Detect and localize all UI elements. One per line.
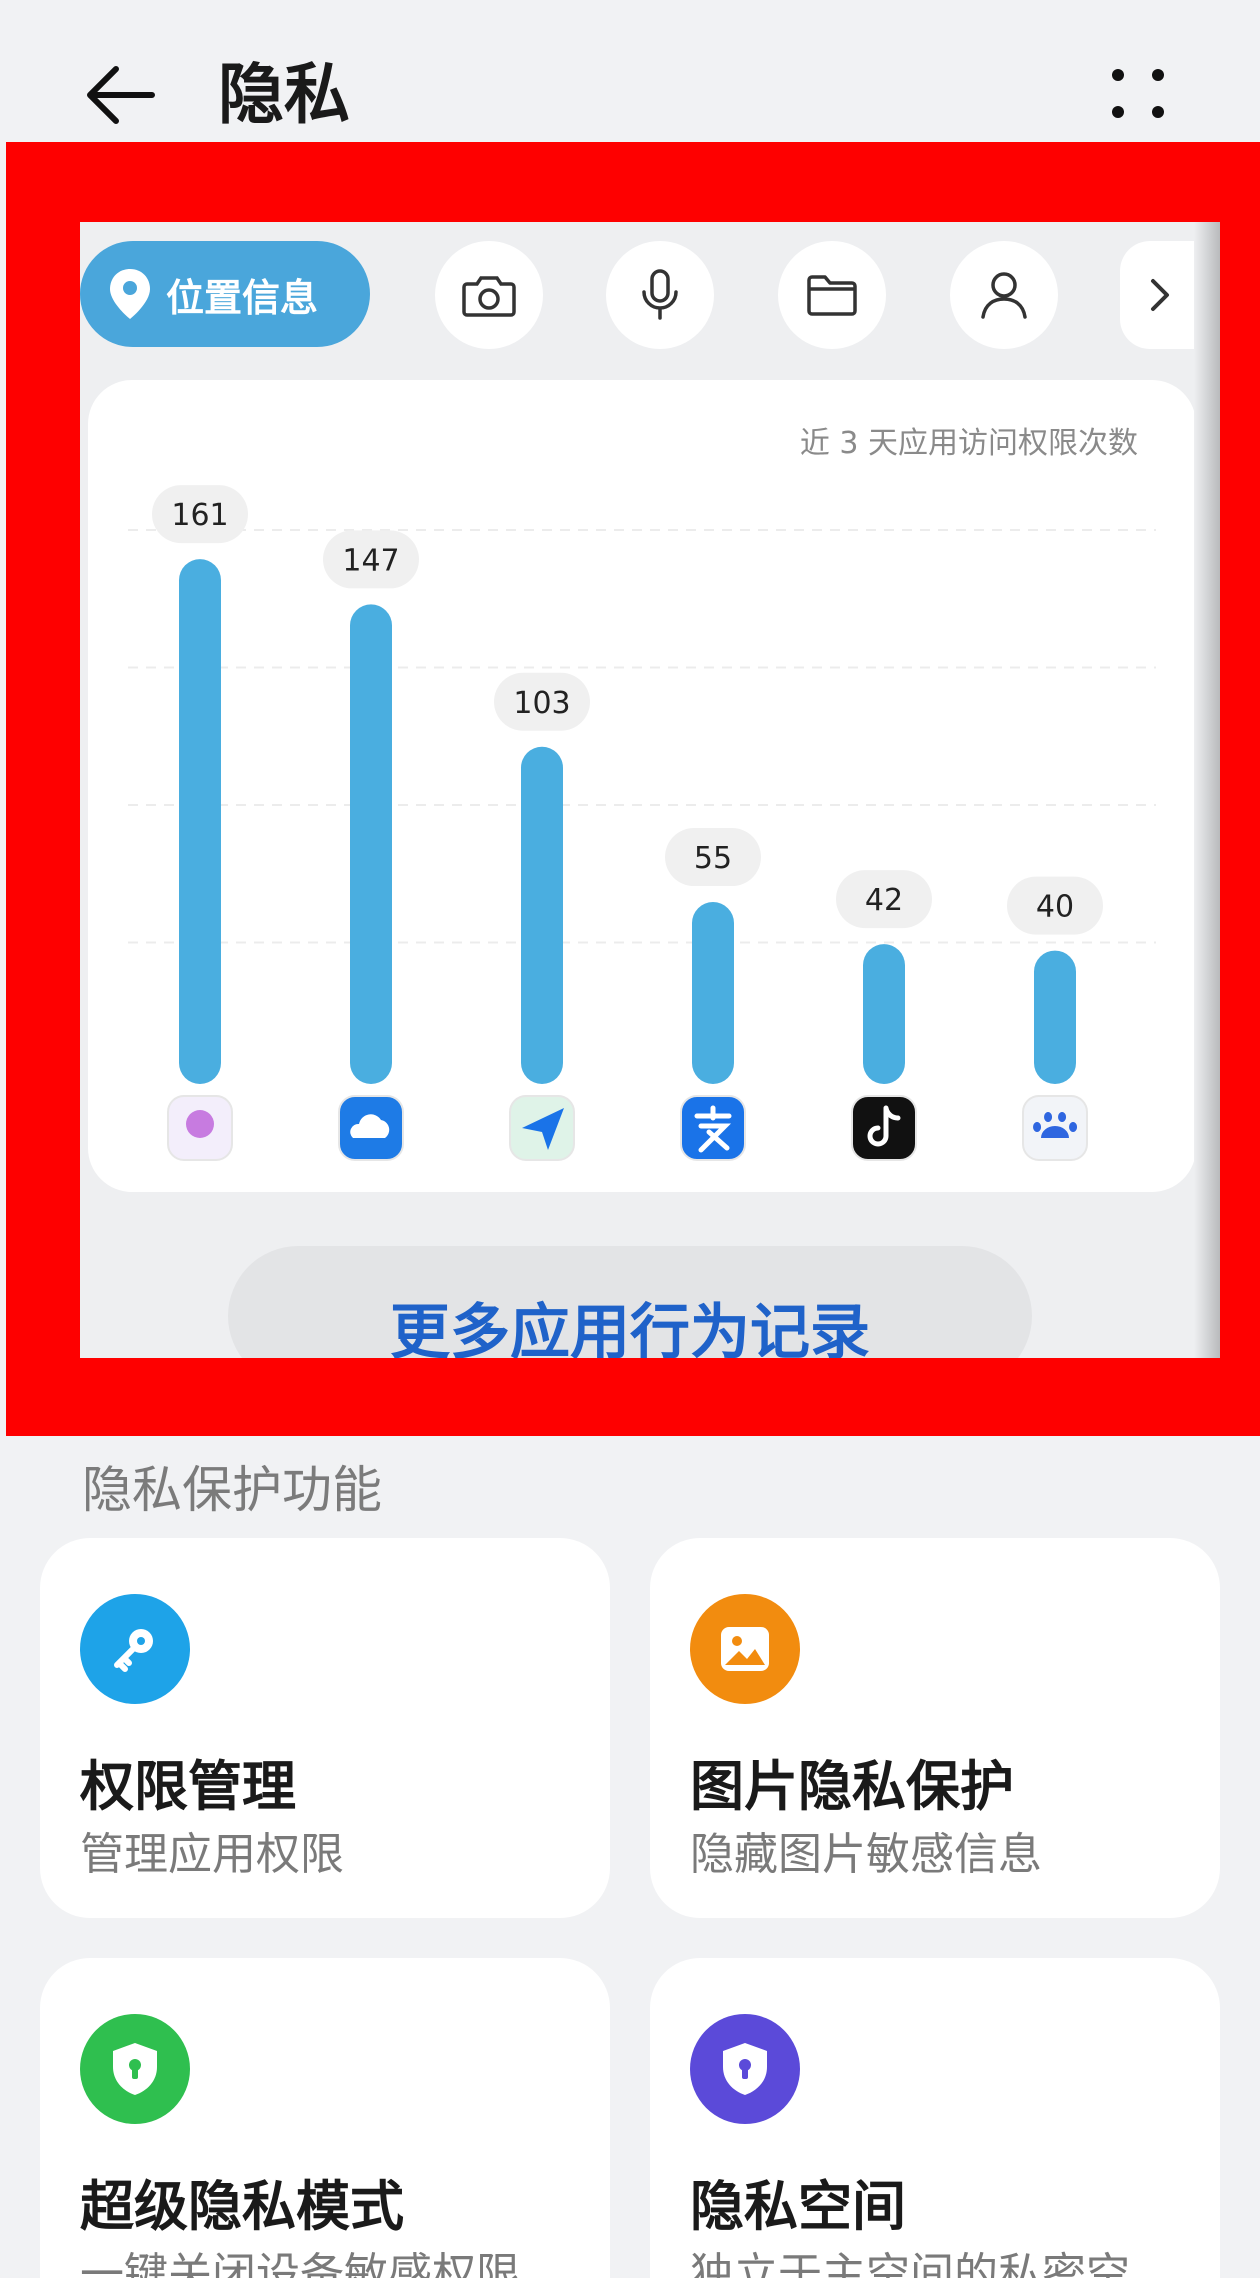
- back-arrow-icon: [87, 66, 155, 124]
- shield-lock-icon: [113, 2043, 157, 2095]
- camera-icon: [462, 276, 516, 317]
- location-icon: [110, 269, 150, 319]
- chart-bar: [863, 944, 905, 1084]
- tab-microphone[interactable]: [606, 241, 714, 349]
- chevron-right-icon: [1151, 279, 1169, 311]
- send-app-icon: [509, 1095, 575, 1161]
- tab-camera[interactable]: [435, 241, 543, 349]
- usage-bar-chart: 161 147 103 55 42 40: [128, 485, 1156, 1161]
- feature-subtitle: 一键关闭设备敏感权限: [80, 2249, 520, 2278]
- chart-bar: [350, 604, 392, 1084]
- app-header: 隐私: [0, 0, 1260, 150]
- bar-value-label: 103: [513, 686, 570, 721]
- feature-card-image-privacy[interactable]: 图片隐私保护 隐藏图片敏感信息: [650, 1538, 1220, 1918]
- contacts-icon: [981, 272, 1027, 319]
- tab-files[interactable]: [778, 241, 886, 349]
- feature-card-private-space[interactable]: 隐私空间 独立于主空间的私密空: [650, 1958, 1220, 2278]
- panel-edge-shadow: [1194, 222, 1220, 1358]
- permission-usage-panel: 位置信息 近 3 天应用访问权限次数 161 147 103 55 42 40 …: [80, 222, 1220, 1358]
- tab-contacts[interactable]: [950, 241, 1058, 349]
- key-icon: [114, 1629, 153, 1672]
- feature-icon-bg: [690, 1594, 800, 1704]
- shield-lock-icon: [723, 2043, 767, 2095]
- lightbulb-app-icon: [167, 1095, 233, 1161]
- chart-bar: [692, 902, 734, 1084]
- feature-card-super-privacy-mode[interactable]: 超级隐私模式 一键关闭设备敏感权限: [40, 1958, 610, 2278]
- feature-icon-bg: [80, 1594, 190, 1704]
- bar-value-label: 147: [342, 543, 399, 578]
- image-icon: [721, 1627, 769, 1671]
- microphone-icon: [642, 269, 678, 320]
- bar-value-label: 42: [865, 883, 903, 918]
- feature-title: 超级隐私模式: [80, 2175, 404, 2238]
- weather-app-icon: [338, 1095, 404, 1161]
- feature-subtitle: 隐藏图片敏感信息: [690, 1829, 1042, 1880]
- chart-bar: [179, 559, 221, 1084]
- tab-location-label: 位置信息: [166, 275, 319, 320]
- permission-category-tabs: 位置信息: [80, 232, 1220, 349]
- feature-card-permission-management[interactable]: 权限管理 管理应用权限: [40, 1538, 610, 1918]
- feature-subtitle: 独立于主空间的私密空: [690, 2249, 1130, 2278]
- chart-bar: [1034, 950, 1076, 1084]
- baidu-app-icon: [1022, 1095, 1088, 1161]
- feature-icon-bg: [80, 2014, 190, 2124]
- app-glyph: [186, 1110, 214, 1138]
- feature-icon-bg: [690, 2014, 800, 2124]
- feature-title: 隐私空间: [690, 2175, 906, 2238]
- tab-location[interactable]: 位置信息: [80, 241, 370, 347]
- page-title: 隐私: [218, 56, 350, 133]
- tabs-next-button[interactable]: [1120, 241, 1200, 349]
- feature-subtitle: 管理应用权限: [80, 1829, 344, 1880]
- bar-value-label: 40: [1036, 890, 1074, 925]
- bar-value-label: 55: [694, 841, 732, 876]
- more-dots-icon: [1112, 69, 1164, 118]
- tiktok-app-icon: [851, 1095, 917, 1161]
- more-app-records-button[interactable]: 更多应用行为记录: [228, 1246, 1032, 1358]
- section-title: 隐私保护功能: [82, 1461, 382, 1519]
- bar-value-label: 161: [171, 498, 228, 533]
- chart-bar: [521, 746, 563, 1084]
- back-button[interactable]: [80, 55, 160, 135]
- folder-icon: [807, 275, 857, 316]
- more-options-button[interactable]: [1100, 60, 1180, 130]
- feature-title: 权限管理: [80, 1755, 296, 1818]
- alipay-app-icon: [680, 1095, 746, 1161]
- usage-chart-card: 近 3 天应用访问权限次数 161 147 103 55 42 40: [88, 380, 1196, 1192]
- feature-title: 图片隐私保护: [690, 1755, 1014, 1818]
